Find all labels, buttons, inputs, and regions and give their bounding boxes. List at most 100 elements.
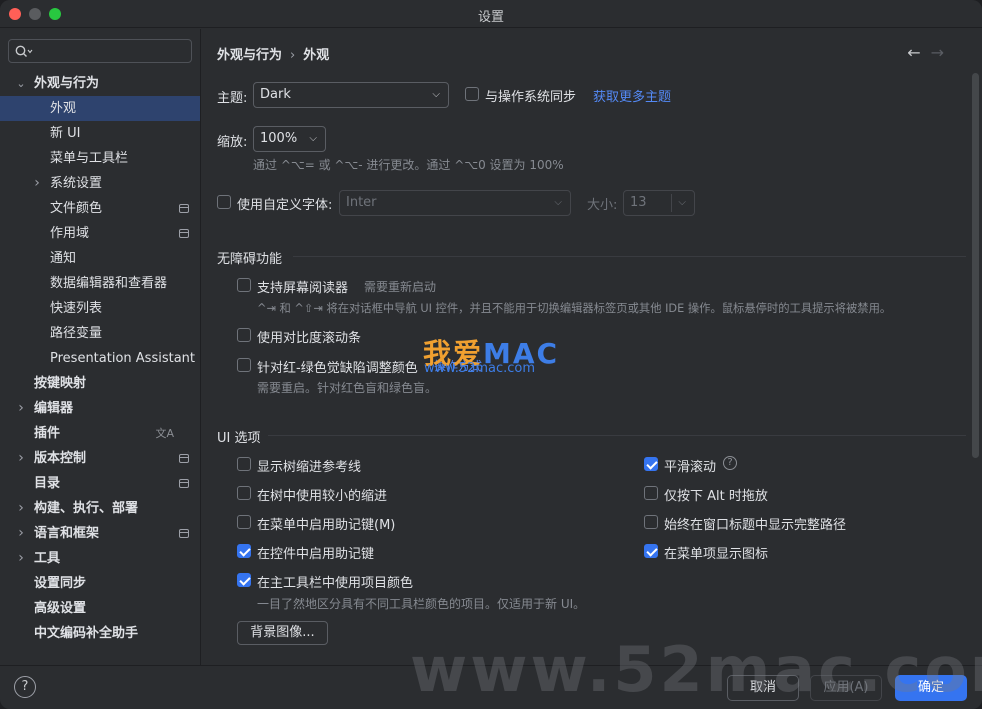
sidebar-item-label: 按键映射 bbox=[34, 376, 87, 391]
ui-option-checkbox[interactable] bbox=[644, 457, 658, 471]
contrast-scrollbar-checkbox[interactable] bbox=[237, 328, 251, 342]
ui-option-checkbox[interactable] bbox=[237, 544, 251, 558]
sidebar-item[interactable]: 插件 文A bbox=[0, 421, 200, 446]
custom-font-checkbox[interactable] bbox=[217, 195, 231, 209]
chevron-down-icon: ⌵ bbox=[309, 133, 317, 144]
chevron-right-icon[interactable]: › bbox=[15, 521, 27, 546]
chevron-down-icon: ⌵ bbox=[432, 89, 440, 100]
font-size-label: 大小: bbox=[587, 198, 618, 213]
get-more-themes-link[interactable]: 获取更多主题 bbox=[593, 86, 671, 105]
ui-options-section-title: UI 选项 bbox=[217, 431, 261, 446]
section-divider bbox=[268, 435, 966, 436]
history-nav: ←→ bbox=[907, 43, 954, 62]
font-size-dropdown[interactable]: 13 ⌵ bbox=[623, 190, 695, 216]
shared-settings-icon bbox=[179, 204, 189, 213]
help-button[interactable]: ? bbox=[14, 676, 36, 698]
sidebar-item[interactable]: › 语言和框架 bbox=[0, 521, 200, 546]
sidebar-item-label: 语言和框架 bbox=[34, 526, 100, 541]
settings-content: 外观与行为 › 外观 ←→ 主题: Dark ⌵ 与操作系统同步 获取更多主题 缩放… bbox=[202, 29, 982, 665]
theme-value: Dark bbox=[260, 87, 291, 102]
zoom-dropdown[interactable]: 100% ⌵ bbox=[253, 126, 326, 152]
chevron-right-icon[interactable]: › bbox=[15, 546, 27, 571]
ui-option-checkbox[interactable] bbox=[644, 486, 658, 500]
sidebar-item[interactable]: 按键映射 bbox=[0, 371, 200, 396]
chevron-right-icon[interactable]: › bbox=[31, 171, 43, 196]
ui-option-checkbox[interactable] bbox=[644, 515, 658, 529]
sidebar-item-label: 新 UI bbox=[50, 126, 81, 141]
chevron-down-icon[interactable]: ⌄ bbox=[15, 71, 27, 96]
content-scrollbar[interactable] bbox=[972, 73, 979, 458]
color-deficiency-label: 针对红-绿色觉缺陷调整颜色 bbox=[257, 361, 418, 376]
sidebar-item-label: 插件 bbox=[34, 426, 61, 441]
sidebar-item[interactable]: 菜单与工具栏 bbox=[0, 146, 200, 171]
ui-option-label: 仅按下 Alt 时拖放 bbox=[664, 489, 768, 504]
watermark-large: www.52mac.com bbox=[410, 633, 982, 706]
sync-os-label: 与操作系统同步 bbox=[485, 90, 577, 105]
sidebar-item[interactable]: 设置同步 bbox=[0, 571, 200, 596]
breadcrumb-separator: › bbox=[290, 48, 296, 63]
ui-option-label: 平滑滚动 bbox=[664, 460, 717, 475]
forward-arrow-icon[interactable]: → bbox=[931, 43, 954, 62]
sidebar-item[interactable]: 外观 bbox=[0, 96, 200, 121]
ui-option-checkbox[interactable] bbox=[237, 486, 251, 500]
settings-sidebar: ⌄ 外观与行为 外观新 UI 菜单与工具栏 › 系统设置 文件颜色 作用域 通知 数据编辑器和查看… bbox=[0, 29, 201, 665]
ui-option-checkbox[interactable] bbox=[644, 544, 658, 558]
custom-font-label: 使用自定义字体: bbox=[237, 198, 333, 213]
sidebar-item[interactable]: 作用域 bbox=[0, 221, 200, 246]
sidebar-item[interactable]: ⌄ 外观与行为 bbox=[0, 71, 200, 96]
background-image-button[interactable]: 背景图像... bbox=[237, 621, 328, 645]
sidebar-item-label: 设置同步 bbox=[34, 576, 87, 591]
sidebar-item[interactable]: 高级设置 bbox=[0, 596, 200, 621]
ui-option-checkbox[interactable] bbox=[237, 457, 251, 471]
settings-window: 设置 ⌄ 外观与行为 外观新 UI 菜单与工具栏 › 系统设置 文件颜色 作用域 通知 数据编辑器… bbox=[0, 0, 982, 709]
sync-os-checkbox[interactable] bbox=[465, 87, 479, 101]
sidebar-item-label: 快速列表 bbox=[50, 301, 103, 316]
sidebar-item-label: 版本控制 bbox=[34, 451, 87, 466]
sidebar-item[interactable]: 路径变量 bbox=[0, 321, 200, 346]
sidebar-item[interactable]: 快速列表 bbox=[0, 296, 200, 321]
sidebar-item[interactable]: 新 UI bbox=[0, 121, 200, 146]
sidebar-item-label: Presentation Assistant bbox=[50, 351, 195, 366]
sidebar-item[interactable]: 数据编辑器和查看器 bbox=[0, 271, 200, 296]
restart-required-note: 需要重新启动 bbox=[364, 280, 437, 294]
chevron-right-icon[interactable]: › bbox=[15, 396, 27, 421]
sidebar-item[interactable]: 通知 bbox=[0, 246, 200, 271]
sidebar-item[interactable]: › 构建、执行、部署 bbox=[0, 496, 200, 521]
settings-search-input[interactable] bbox=[8, 39, 192, 63]
screen-reader-checkbox[interactable] bbox=[237, 278, 251, 292]
sidebar-item[interactable]: › 编辑器 bbox=[0, 396, 200, 421]
sidebar-item-label: 编辑器 bbox=[34, 401, 74, 416]
color-deficiency-checkbox[interactable] bbox=[237, 358, 251, 372]
font-dropdown[interactable]: Inter ⌵ bbox=[339, 190, 571, 216]
sidebar-item-label: 中文编码补全助手 bbox=[34, 626, 139, 641]
sidebar-item[interactable]: 中文编码补全助手 bbox=[0, 621, 200, 646]
contrast-scrollbar-label: 使用对比度滚动条 bbox=[257, 331, 362, 346]
sidebar-item[interactable]: Presentation Assistant bbox=[0, 346, 200, 371]
breadcrumb-parent[interactable]: 外观与行为 bbox=[217, 48, 282, 63]
chevron-right-icon[interactable]: › bbox=[15, 446, 27, 471]
sidebar-item-label: 文件颜色 bbox=[50, 201, 103, 216]
ui-option-label: 在菜单项显示图标 bbox=[664, 547, 769, 562]
ui-option-checkbox[interactable] bbox=[237, 573, 251, 587]
sidebar-item[interactable]: › 系统设置 bbox=[0, 171, 200, 196]
theme-dropdown[interactable]: Dark ⌵ bbox=[253, 82, 449, 108]
color-deficiency-hint: 需要重启。针对红色盲和绿色盲。 bbox=[257, 381, 438, 395]
watermark-url: www.52mac.com bbox=[424, 361, 536, 376]
help-icon[interactable]: ? bbox=[723, 456, 737, 470]
sidebar-item-label: 系统设置 bbox=[50, 176, 103, 191]
chevron-right-icon[interactable]: › bbox=[15, 496, 27, 521]
font-size-value: 13 bbox=[630, 195, 647, 210]
font-value: Inter bbox=[346, 195, 377, 210]
ui-option-checkbox[interactable] bbox=[237, 515, 251, 529]
screen-reader-label: 支持屏幕阅读器 bbox=[257, 281, 349, 296]
sidebar-item[interactable]: 文件颜色 bbox=[0, 196, 200, 221]
sidebar-item-label: 外观 bbox=[50, 101, 77, 116]
sidebar-item[interactable]: › 版本控制 bbox=[0, 446, 200, 471]
breadcrumb-current: 外观 bbox=[303, 48, 330, 63]
sidebar-item-label: 数据编辑器和查看器 bbox=[50, 276, 168, 291]
sidebar-item-label: 外观与行为 bbox=[34, 76, 100, 91]
sidebar-item[interactable]: › 工具 bbox=[0, 546, 200, 571]
ui-option-label: 始终在窗口标题中显示完整路径 bbox=[664, 518, 847, 533]
sidebar-item[interactable]: 目录 bbox=[0, 471, 200, 496]
back-arrow-icon[interactable]: ← bbox=[907, 43, 930, 62]
